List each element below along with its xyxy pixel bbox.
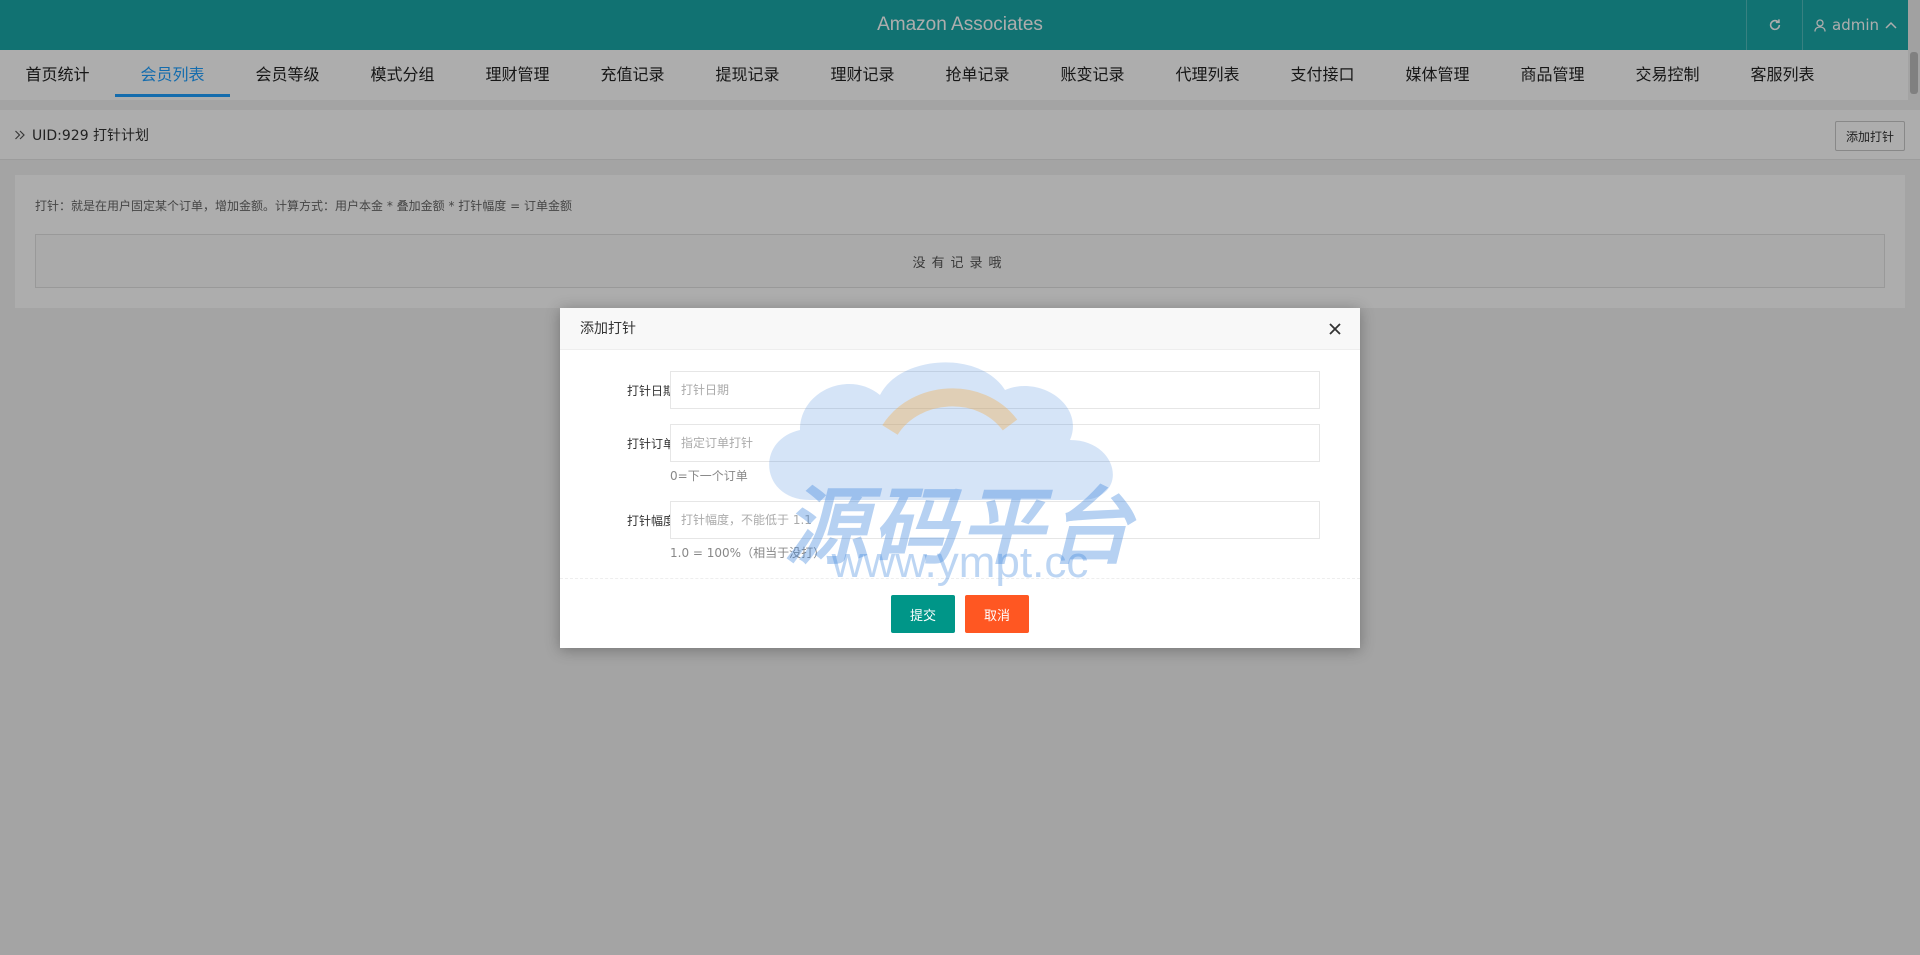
order-help: 0=下一个订单 <box>670 469 748 483</box>
ratio-label: 打针幅度 <box>626 514 675 528</box>
add-injection-dialog: 添加打针 打针日期 打针订单 0=下一个订单 打针幅度 1.0 = 100%（相… <box>560 308 1360 648</box>
order-input[interactable] <box>670 424 1320 462</box>
cancel-button[interactable]: 取消 <box>965 595 1029 633</box>
dialog-divider <box>560 578 1360 579</box>
ratio-input[interactable] <box>670 501 1320 539</box>
submit-button[interactable]: 提交 <box>891 595 955 633</box>
close-icon[interactable] <box>1326 320 1344 338</box>
dialog-header: 添加打针 <box>560 308 1360 350</box>
ratio-help: 1.0 = 100%（相当于没打） <box>670 546 826 560</box>
date-label: 打针日期 <box>626 384 675 398</box>
order-label: 打针订单 <box>626 437 675 451</box>
date-input[interactable] <box>670 371 1320 409</box>
dialog-title: 添加打针 <box>580 321 636 337</box>
